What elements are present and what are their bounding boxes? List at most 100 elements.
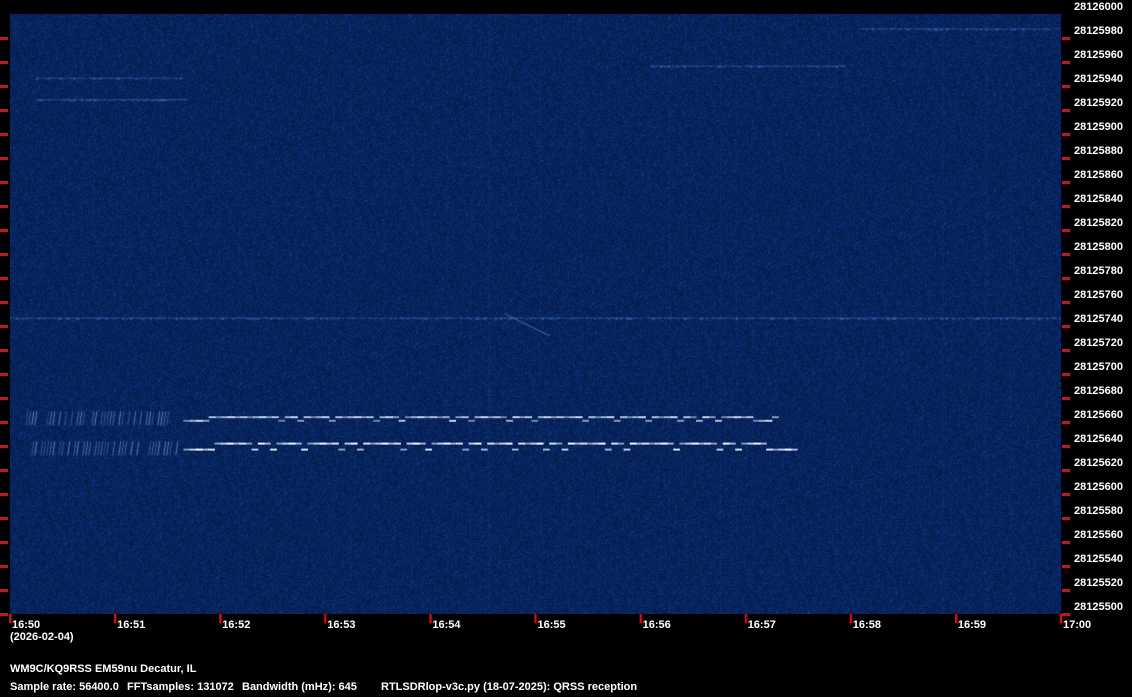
fsk-upper-segment	[379, 416, 387, 419]
fsk-lower-segment	[536, 442, 544, 445]
fsk-lower-segment	[592, 442, 600, 445]
x-tick-mark	[744, 614, 747, 623]
fsk-upper-segment	[253, 416, 260, 419]
fsk-lower-segment	[685, 442, 693, 445]
y-tick-mark	[0, 589, 8, 592]
x-tick-mark	[219, 614, 222, 623]
fsk-upper-segment	[525, 416, 532, 419]
y-tick-mark	[0, 325, 8, 328]
y-tick-label: 28125720	[1074, 337, 1123, 349]
fsk-lower-segment	[710, 442, 718, 445]
fsk-lower-segment	[629, 442, 637, 445]
fsk-lower-segment	[357, 448, 364, 451]
y-tick-label: 28125820	[1074, 217, 1123, 229]
fsk-upper-segment	[284, 416, 292, 419]
fsk-upper-segment	[449, 419, 457, 422]
y-tick-mark	[1062, 109, 1070, 112]
fsk-upper-segment	[290, 416, 298, 419]
fsk-upper-segment	[556, 416, 564, 419]
y-tick-mark	[1062, 565, 1070, 568]
fsk-upper-segment	[759, 419, 767, 422]
fsk-upper-segment	[696, 419, 703, 422]
fsk-lower-segment	[555, 442, 563, 445]
fsk-lower-segment	[189, 448, 197, 451]
y-tick-mark	[0, 37, 8, 40]
y-tick-mark	[0, 373, 8, 376]
y-tick-label: 28125880	[1074, 145, 1123, 157]
fsk-upper-segment	[335, 416, 343, 419]
fsk-lower-segment	[481, 448, 488, 451]
y-tick-mark	[1062, 493, 1070, 496]
x-tick-label: 17:00	[1063, 619, 1092, 631]
fsk-lower-segment	[673, 448, 680, 451]
y-tick-mark	[0, 613, 8, 616]
fsk-lower-segment	[425, 448, 432, 451]
y-tick-mark	[1062, 133, 1070, 136]
fsk-lower-segment	[716, 448, 724, 451]
y-tick-mark	[0, 517, 8, 520]
fsk-lower-segment	[561, 448, 569, 451]
fsk-upper-segment	[480, 416, 488, 419]
y-tick-label: 28125780	[1074, 265, 1123, 277]
y-tick-label: 28125620	[1074, 457, 1123, 469]
fsk-upper-segment	[607, 416, 615, 419]
x-tick-label: 16:59	[957, 619, 987, 631]
fsk-upper-segment	[664, 416, 672, 419]
fsk-upper-segment	[499, 416, 507, 419]
fsk-lower-segment	[270, 448, 277, 451]
fsk-lower-segment	[344, 442, 352, 445]
y-tick-label: 28125600	[1074, 481, 1123, 493]
fsk-upper-segment	[360, 416, 368, 419]
fsk-upper-segment	[322, 416, 330, 419]
fsk-upper-segment	[632, 416, 640, 419]
fsk-upper-segment	[588, 416, 596, 419]
fsk-upper-segment	[417, 416, 425, 419]
fsk-upper-segment	[373, 419, 381, 422]
fft-samples: FFTsamples: 131072	[127, 681, 234, 693]
fsk-upper-segment	[714, 419, 722, 422]
fsk-lower-segment	[598, 442, 606, 445]
fsk-upper-segment	[771, 416, 779, 419]
fsk-lower-segment	[729, 442, 736, 445]
fsk-upper-segment	[430, 416, 438, 419]
y-tick-mark	[0, 469, 8, 472]
fsk-lower-segment	[722, 442, 730, 445]
y-tick-mark	[0, 61, 8, 64]
fsk-lower-segment	[295, 442, 302, 445]
fsk-upper-segment	[651, 416, 659, 419]
fsk-upper-segment	[272, 416, 279, 419]
fsk-lower-segment	[567, 442, 575, 445]
fsk-lower-segment	[251, 448, 259, 451]
y-tick-mark	[0, 181, 8, 184]
fsk-lower-segment	[276, 442, 284, 445]
fsk-upper-segment	[221, 416, 229, 419]
fsk-lower-segment	[772, 448, 780, 451]
fsk-upper-segment	[620, 416, 627, 419]
fsk-lower-segment	[332, 442, 339, 445]
fsk-upper-segment	[385, 416, 393, 419]
fsk-upper-segment	[563, 416, 570, 419]
y-tick-label: 28125540	[1074, 553, 1123, 565]
fsk-upper-segment	[531, 419, 539, 422]
fsk-lower-segment	[456, 442, 463, 445]
y-tick-mark	[1062, 205, 1070, 208]
fsk-upper-segment	[677, 419, 684, 422]
fsk-lower-segment	[691, 442, 699, 445]
fsk-lower-segment	[375, 442, 383, 445]
fsk-lower-segment	[605, 448, 612, 451]
y-tick-mark	[0, 253, 8, 256]
fsk-lower-segment	[419, 442, 426, 445]
software-label: RTLSDRlop-v3c.py (18-07-2025): QRSS rece…	[381, 681, 638, 693]
fsk-upper-segment	[398, 419, 406, 422]
x-tick-mark	[1060, 614, 1062, 623]
fsk-lower-segment	[202, 448, 209, 451]
fsk-upper-segment	[347, 416, 355, 419]
y-tick-mark	[0, 301, 8, 304]
fsk-lower-segment	[667, 442, 674, 445]
y-tick-label: 28125520	[1074, 577, 1123, 589]
fsk-upper-segment	[278, 419, 286, 422]
y-tick-label: 28125560	[1074, 529, 1123, 541]
fsk-lower-segment	[654, 442, 662, 445]
y-tick-mark	[0, 349, 8, 352]
fsk-upper-segment	[575, 416, 583, 419]
